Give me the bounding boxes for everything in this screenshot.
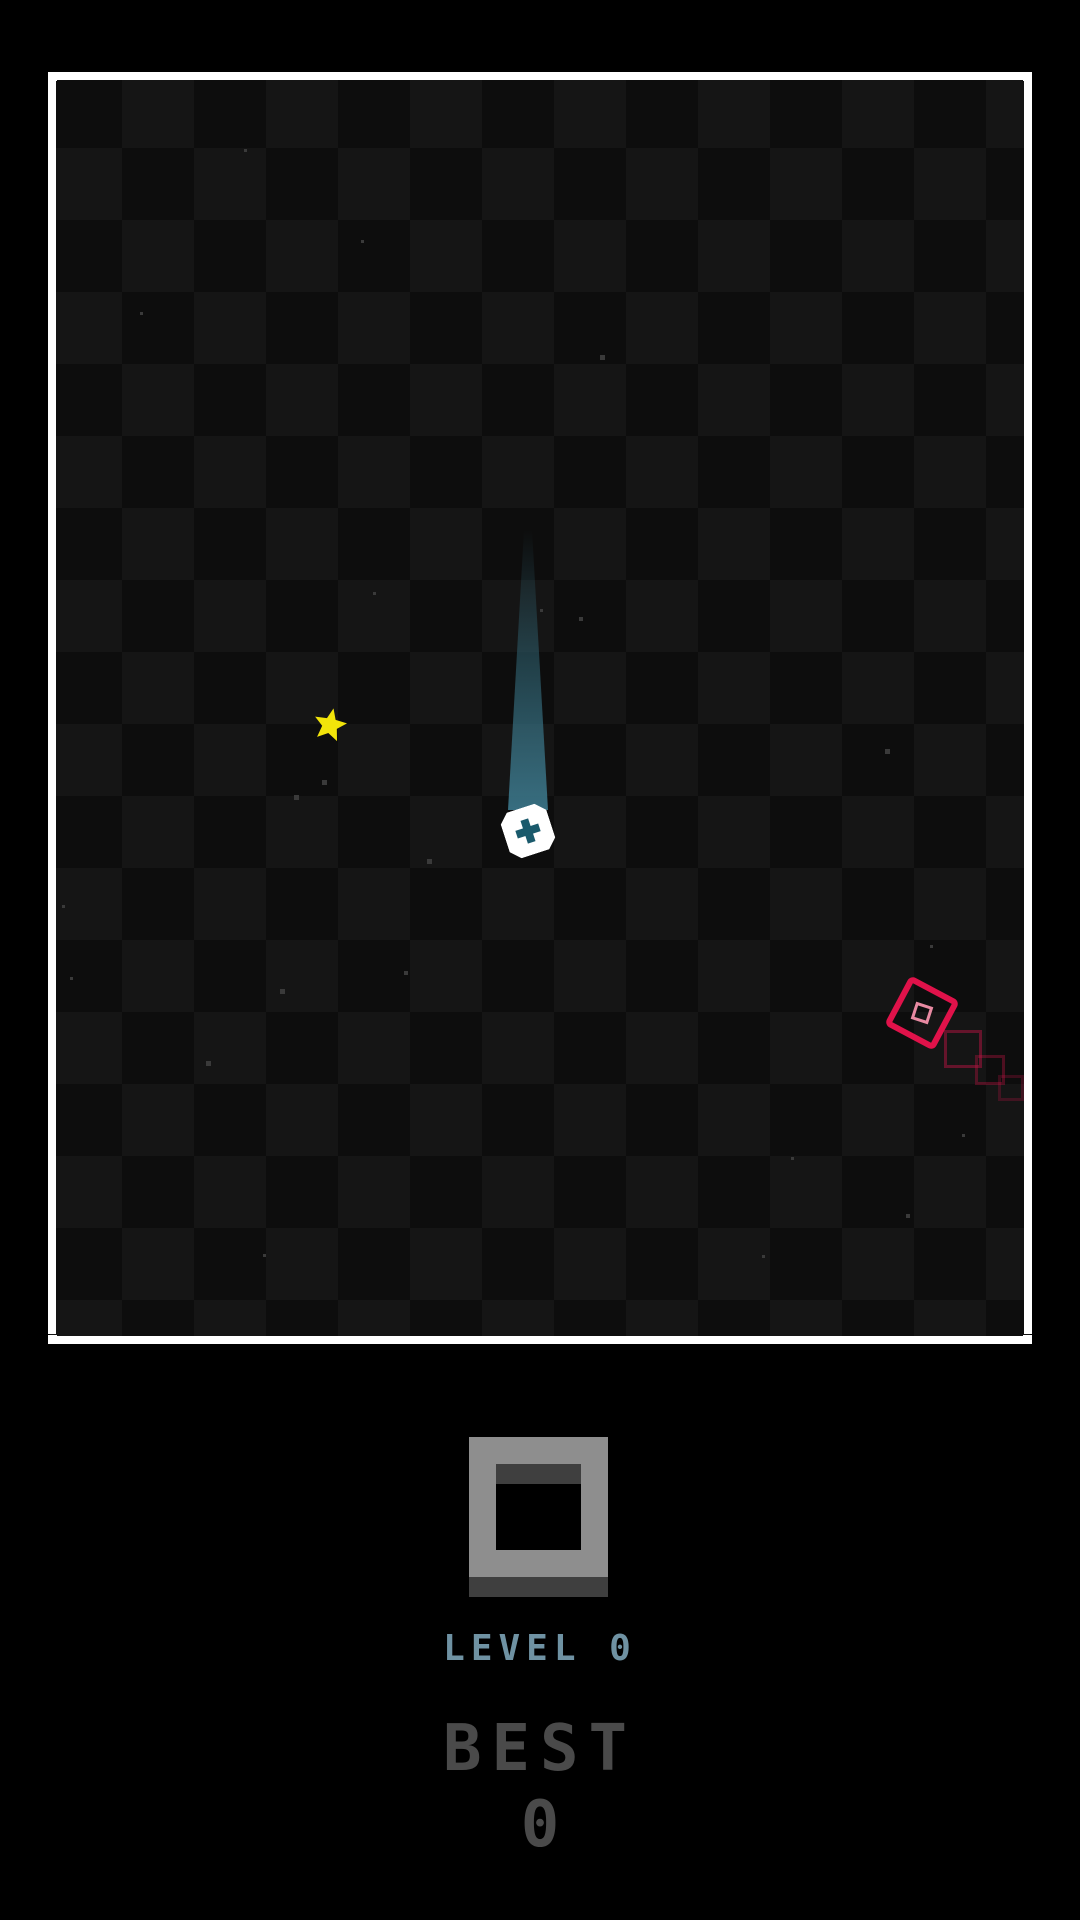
debris-speck: [294, 795, 299, 800]
score-digit-hole-shade: [496, 1464, 581, 1484]
debris-speck: [906, 1214, 910, 1218]
debris-speck: [404, 971, 408, 975]
debris-speck: [140, 312, 143, 315]
enemy-afterimage: [998, 1075, 1024, 1101]
debris-speck: [206, 1061, 211, 1066]
debris-speck: [70, 977, 73, 980]
arena-border-right: [1024, 81, 1032, 1334]
debris-speck: [244, 149, 247, 152]
score-digit-shadow: [469, 1577, 608, 1597]
score-value: 0: [469, 1437, 470, 1438]
debris-speck: [600, 355, 605, 360]
best-label: BEST: [442, 1712, 638, 1786]
arena-corner: [48, 72, 57, 81]
debris-speck: [427, 859, 432, 864]
arena-border-top: [57, 72, 1023, 80]
debris-speck: [791, 1157, 794, 1160]
game-screen[interactable]: 0 LEVEL 0 BEST 0: [0, 0, 1080, 1920]
arena-corner: [1023, 72, 1032, 81]
debris-speck: [62, 905, 65, 908]
arena-corner: [48, 1335, 57, 1344]
debris-speck: [373, 592, 376, 595]
level-label: LEVEL 0: [443, 1628, 637, 1669]
debris-speck: [280, 989, 285, 994]
arena-corner: [1023, 1335, 1032, 1344]
debris-speck: [885, 749, 890, 754]
arena-border-left: [48, 81, 56, 1334]
enemy-core: [910, 1001, 934, 1025]
debris-speck: [930, 945, 933, 948]
best-value: 0: [520, 1788, 560, 1862]
debris-speck: [579, 617, 583, 621]
debris-speck: [361, 240, 364, 243]
debris-speck: [263, 1254, 266, 1257]
debris-speck: [762, 1255, 765, 1258]
debris-speck: [540, 609, 543, 612]
arena-border-bottom: [57, 1336, 1023, 1344]
debris-speck: [962, 1134, 965, 1137]
debris-speck: [322, 780, 327, 785]
score-display: 0: [469, 1437, 608, 1597]
